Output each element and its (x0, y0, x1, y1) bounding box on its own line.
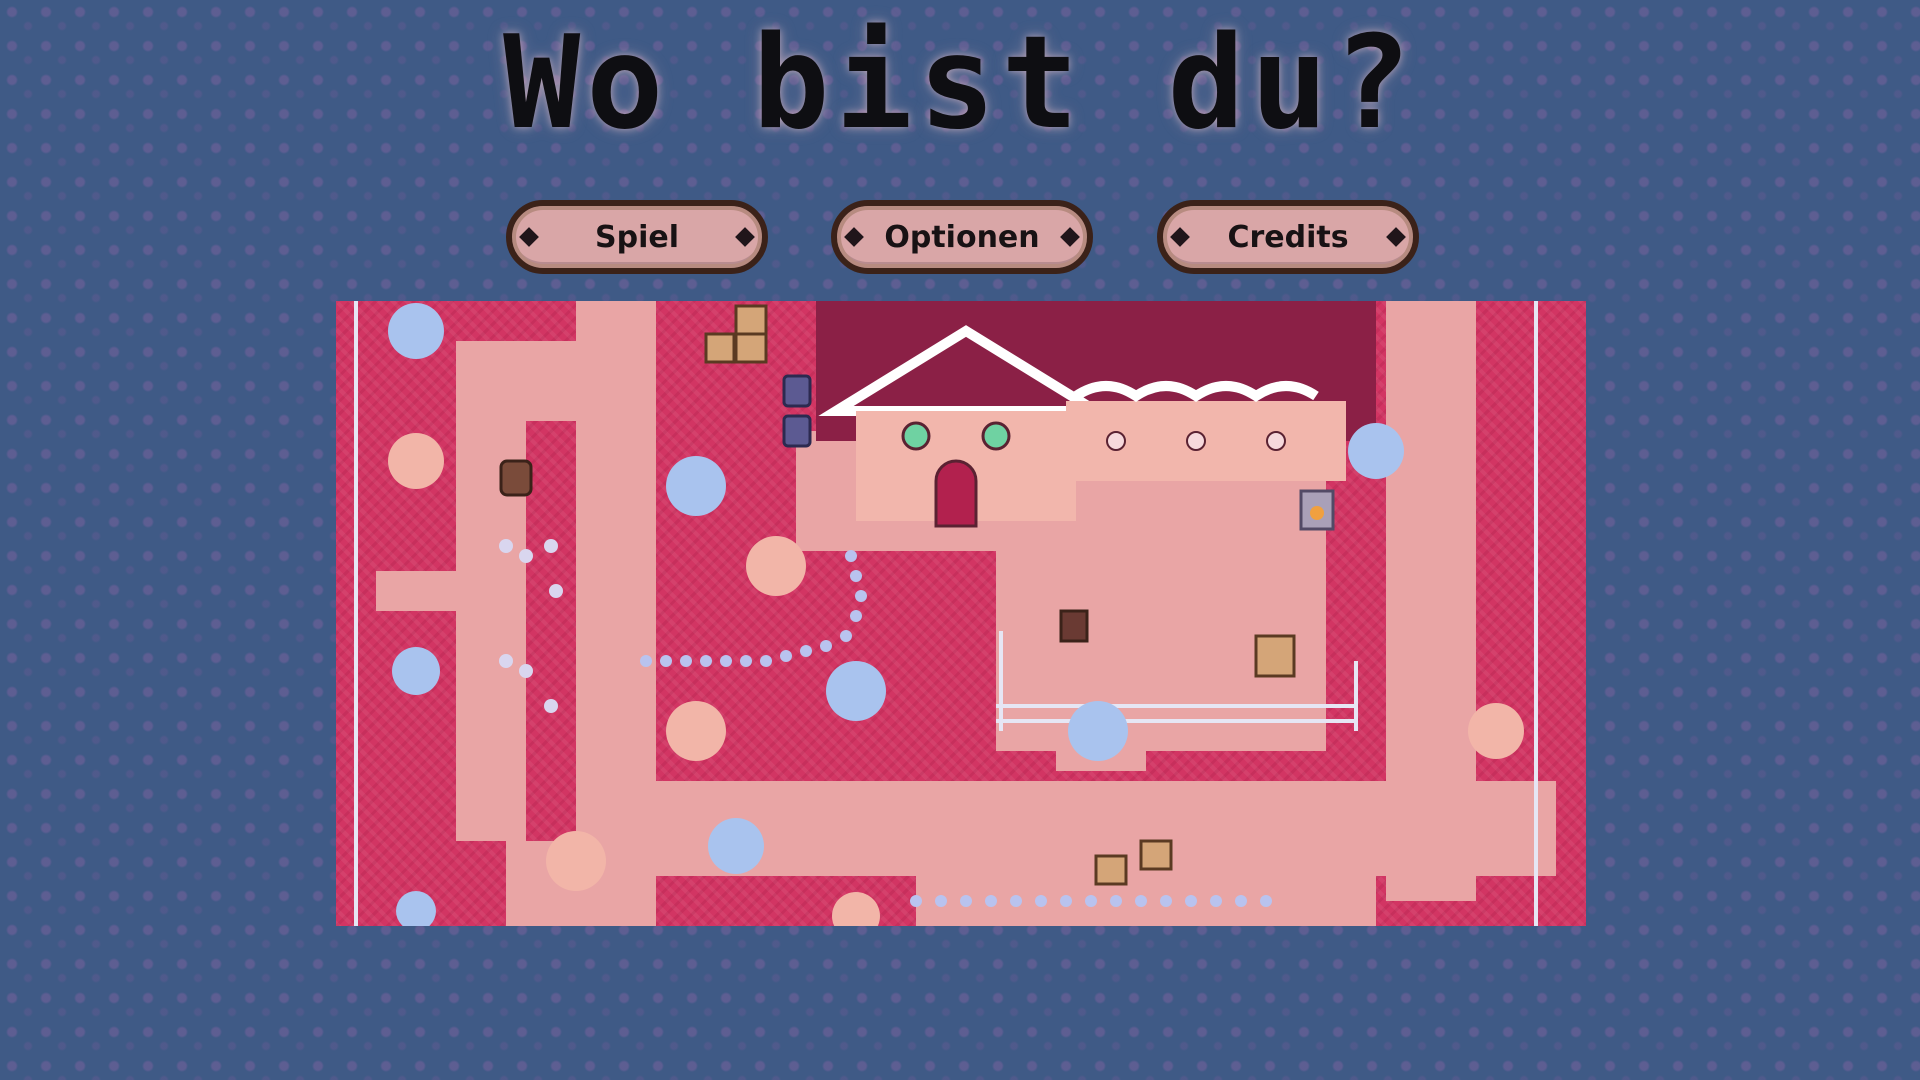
options-button[interactable]: Optionen (831, 200, 1093, 274)
chest-icon (1059, 609, 1089, 643)
play-button[interactable]: Spiel (506, 200, 768, 274)
diamond-ornament-icon (1386, 227, 1406, 247)
game-title: Wo bist du? (503, 9, 1417, 158)
map-scene (354, 301, 1556, 926)
options-button-label: Optionen (884, 219, 1040, 255)
lantern-icon (1299, 489, 1335, 531)
credits-button[interactable]: Credits (1157, 200, 1419, 274)
diamond-ornament-icon (1060, 227, 1080, 247)
diamond-ornament-icon (844, 227, 864, 247)
credits-button-label: Credits (1227, 219, 1349, 255)
play-button-label: Spiel (595, 219, 679, 255)
game-map-preview (336, 301, 1586, 926)
diamond-ornament-icon (735, 227, 755, 247)
main-menu: Spiel Optionen Credits (0, 200, 1920, 274)
diamond-ornament-icon (1170, 227, 1190, 247)
diamond-ornament-icon (519, 227, 539, 247)
